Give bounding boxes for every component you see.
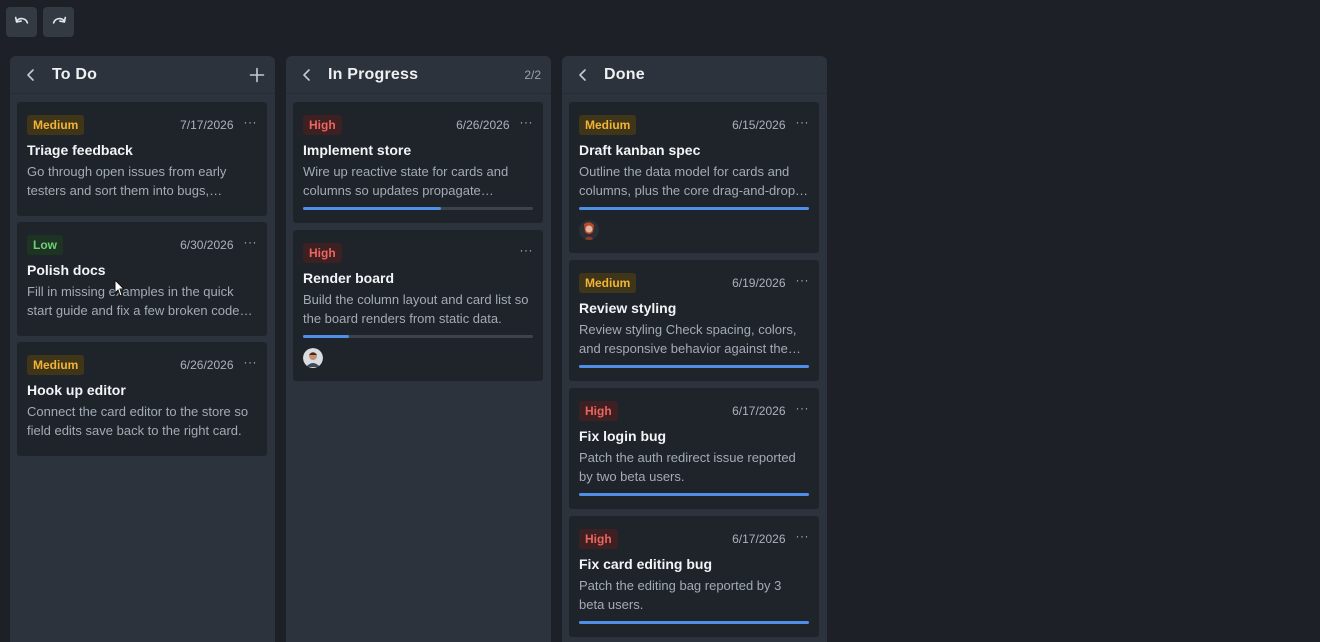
column-count: 2/2: [524, 67, 541, 82]
redo-icon: [52, 16, 66, 24]
card-description: Go through open issues from early tester…: [27, 164, 227, 198]
progress-bar: [579, 365, 809, 368]
priority-badge: High: [579, 401, 618, 421]
due-date: 7/17/2026: [180, 118, 234, 132]
progress-fill: [579, 207, 809, 210]
due-date: 6/26/2026: [180, 358, 234, 372]
progress-bar: [579, 493, 809, 496]
card-triage-feedback[interactable]: Medium 7/17/2026 ··· Triage feedback Go …: [17, 102, 267, 216]
progress-fill: [303, 335, 349, 338]
card-hook-up-editor[interactable]: Medium 6/26/2026 ··· Hook up editor Conn…: [17, 342, 267, 456]
more-options-icon[interactable]: ···: [796, 401, 810, 415]
column-in-progress: In Progress 2/2 High 6/26/2026 ··· Imple…: [286, 56, 551, 642]
card-description: Patch the auth redirect issue reported b…: [579, 450, 796, 484]
more-options-icon[interactable]: ···: [796, 273, 810, 287]
priority-badge: Medium: [27, 115, 85, 135]
more-options-icon[interactable]: ···: [520, 115, 534, 129]
chevron-left-icon[interactable]: [24, 68, 38, 82]
card-description: Build the column layout and card list so…: [303, 292, 529, 326]
chevron-left-icon[interactable]: [300, 68, 314, 82]
priority-badge: High: [303, 243, 342, 263]
column-done: Done Medium 6/15/2026 ··· Draft kanban s…: [562, 56, 827, 642]
more-options-icon[interactable]: ···: [244, 115, 258, 129]
progress-fill: [579, 365, 809, 368]
more-options-icon[interactable]: ···: [520, 243, 534, 257]
card-title: Review styling: [579, 300, 677, 316]
more-options-icon[interactable]: ···: [796, 115, 810, 129]
card-description: Outline the data model for cards and col…: [579, 164, 809, 198]
due-date: 6/19/2026: [732, 276, 786, 290]
card-implement-store[interactable]: High 6/26/2026 ··· Implement store Wire …: [293, 102, 543, 223]
card-description: Patch the editing bag reported by 3 beta…: [579, 578, 782, 612]
progress-bar: [303, 207, 533, 210]
card-title: Fix login bug: [579, 428, 667, 444]
column-title: Done: [604, 65, 645, 83]
progress-bar: [303, 335, 533, 338]
more-options-icon[interactable]: ···: [796, 529, 810, 543]
card-title: Polish docs: [27, 262, 106, 278]
card-polish-docs[interactable]: Low 6/30/2026 ··· Polish docs Fill in mi…: [17, 222, 267, 336]
priority-badge: Medium: [579, 273, 637, 293]
assignee-avatar[interactable]: [303, 348, 323, 368]
card-description: Fill in missing examples in the quick st…: [27, 284, 253, 318]
priority-badge: High: [303, 115, 342, 135]
card-title: Draft kanban spec: [579, 142, 701, 158]
card-draft-kanban-spec[interactable]: Medium 6/15/2026 ··· Draft kanban spec O…: [569, 102, 819, 253]
card-review-styling[interactable]: Medium 6/19/2026 ··· Review styling Revi…: [569, 260, 819, 381]
card-title: Triage feedback: [27, 142, 133, 158]
progress-fill: [579, 621, 809, 624]
due-date: 6/17/2026: [732, 532, 786, 546]
more-options-icon[interactable]: ···: [244, 355, 258, 369]
undo-button[interactable]: [6, 7, 37, 37]
column-header: In Progress 2/2: [286, 56, 551, 94]
card-title: Implement store: [303, 142, 412, 158]
column-header: To Do: [10, 56, 275, 94]
column-header: Done: [562, 56, 827, 94]
progress-fill: [303, 207, 441, 210]
card-fix-card-editing-bug[interactable]: High 6/17/2026 ··· Fix card editing bug …: [569, 516, 819, 637]
priority-badge: High: [579, 529, 618, 549]
chevron-left-icon[interactable]: [576, 68, 590, 82]
card-title: Render board: [303, 270, 395, 286]
card-description: Review styling Check spacing, colors, an…: [579, 322, 801, 356]
progress-fill: [579, 493, 809, 496]
due-date: 6/30/2026: [180, 238, 234, 252]
progress-bar: [579, 207, 809, 210]
column-title: In Progress: [328, 65, 419, 83]
more-options-icon[interactable]: ···: [244, 235, 258, 249]
card-fix-login-bug[interactable]: High 6/17/2026 ··· Fix login bug Patch t…: [569, 388, 819, 509]
priority-badge: Medium: [27, 355, 85, 375]
card-title: Fix card editing bug: [579, 556, 713, 572]
due-date: 6/15/2026: [732, 118, 786, 132]
card-description: Connect the card editor to the store so …: [27, 404, 249, 438]
due-date: 6/17/2026: [732, 404, 786, 418]
redo-button[interactable]: [43, 7, 74, 37]
assignee-avatar[interactable]: [579, 220, 599, 240]
due-date: 6/26/2026: [456, 118, 510, 132]
toolbar: [6, 7, 74, 37]
progress-bar: [579, 621, 809, 624]
column-todo: To Do Medium 7/17/2026 ··· Triage feedba…: [10, 56, 275, 642]
priority-badge: Low: [27, 235, 63, 255]
priority-badge: Medium: [579, 115, 637, 135]
column-title: To Do: [52, 65, 98, 83]
plus-icon[interactable]: [249, 67, 265, 83]
card-render-board[interactable]: High ··· Render board Build the column l…: [293, 230, 543, 381]
card-description: Wire up reactive state for cards and col…: [303, 164, 509, 198]
card-title: Hook up editor: [27, 382, 126, 398]
undo-icon: [14, 16, 28, 24]
